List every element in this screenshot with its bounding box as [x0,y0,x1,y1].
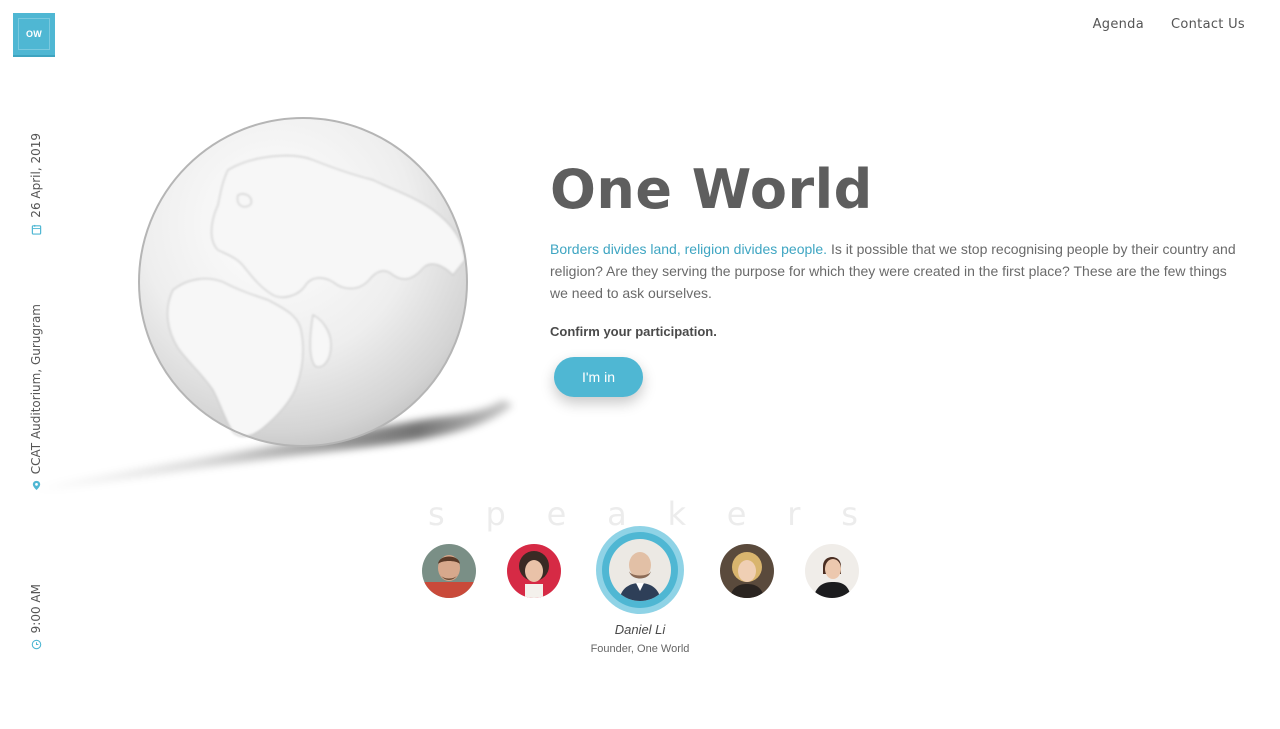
speaker-avatar-1[interactable] [422,544,476,598]
hero-description: Borders divides land, religion divides p… [550,238,1240,304]
speakers-heading-letter: k [667,495,686,533]
im-in-button[interactable]: I'm in [554,357,643,397]
speakers-heading-letter: e [546,495,567,533]
clock-icon [31,640,41,650]
speaker-avatar-4[interactable] [720,544,774,598]
event-time: 9:00 AM [26,584,46,650]
active-speaker-name: Daniel Li [614,622,666,637]
logo-text: OW [25,29,43,39]
speakers-heading-letter: s [428,495,445,533]
logo[interactable]: OW [13,13,55,57]
speakers-heading-letter: e [726,495,747,533]
globe-image [33,117,513,492]
nav-item-agenda[interactable]: Agenda [1093,17,1144,32]
confirm-text: Confirm your participation. [550,324,717,339]
event-time-text: 9:00 AM [29,584,43,634]
speakers-heading-letter: a [607,495,627,533]
speakers-heading-letter: p [485,495,506,533]
page: OW Agenda Contact Us 26 April, 2019 CCAT… [0,0,1280,729]
page-title: One World [550,158,873,221]
speakers-heading-letter: s [841,495,858,533]
top-nav: Agenda Contact Us [1093,17,1245,32]
speaker-avatar-2[interactable] [507,544,561,598]
hero-highlight: Borders divides land, religion divides p… [550,241,828,257]
speaker-avatar-5[interactable] [805,544,859,598]
globe-illustration [13,100,518,510]
nav-item-contact-us[interactable]: Contact Us [1171,17,1245,32]
speaker-avatar-active[interactable] [609,539,671,601]
speakers-heading-letter: r [787,495,801,533]
active-speaker-role: Founder, One World [590,643,690,655]
